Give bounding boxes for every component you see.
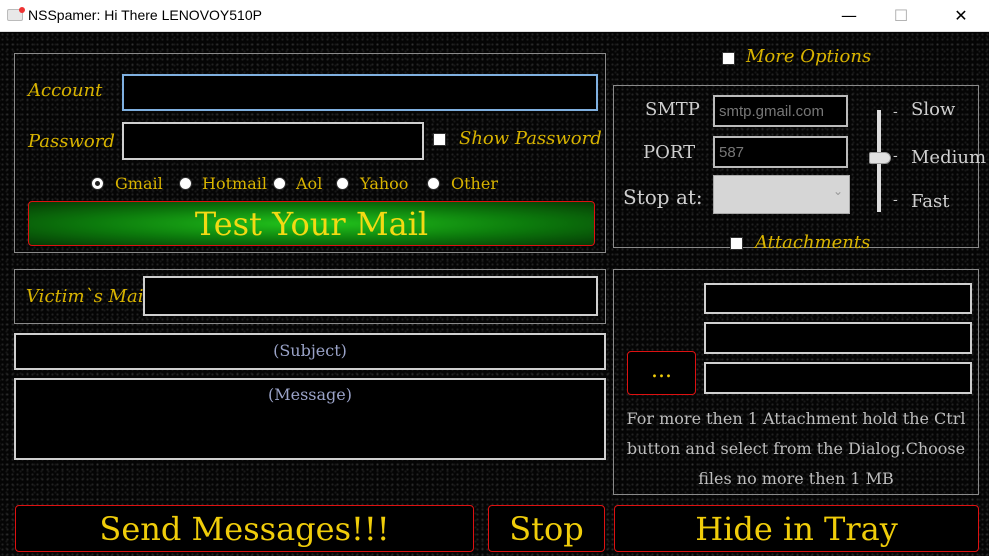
message-input[interactable]: (Message) [14,378,606,460]
speed-label-medium: Medium [911,147,987,168]
show-password-checkbox[interactable] [433,133,446,146]
account-input[interactable] [122,74,598,111]
app-body: Account Password Show Password Gmail Hot… [0,32,989,556]
attachment-file-3[interactable] [704,362,972,394]
tick-mark: - [893,148,898,164]
port-label: PORT [643,142,696,163]
provider-radio-gmail[interactable] [91,177,104,190]
provider-label-yahoo[interactable]: Yahoo [360,174,408,193]
provider-radio-other[interactable] [427,177,440,190]
minimize-button[interactable]: — [826,0,872,31]
provider-label-aol[interactable]: Aol [296,174,322,193]
provider-radio-hotmail[interactable] [179,177,192,190]
maximize-button[interactable]: ☐ [878,0,924,31]
provider-radio-aol[interactable] [273,177,286,190]
tick-mark: - [893,192,898,208]
speed-label-fast: Fast [911,191,950,212]
send-messages-button[interactable]: Send Messages!!! [15,505,474,552]
attachment-file-1[interactable] [704,283,972,314]
more-options-label[interactable]: More Options [746,46,871,67]
stop-at-label: Stop at: [623,185,703,209]
victim-input[interactable] [143,276,598,316]
provider-radio-yahoo[interactable] [336,177,349,190]
chevron-down-icon: ⌄ [832,184,843,198]
close-button[interactable]: ✕ [938,0,984,31]
attachments-label[interactable]: Attachments [755,232,870,253]
show-password-label[interactable]: Show Password [459,128,602,149]
victim-label: Victim`s Mail [26,286,150,307]
speed-label-slow: Slow [911,99,956,120]
tick-mark: - [893,104,898,120]
test-mail-button[interactable]: Test Your Mail [28,201,595,246]
attachments-checkbox[interactable] [730,237,743,250]
provider-label-hotmail[interactable]: Hotmail [202,174,267,193]
title-bar: NSSpamer: Hi There LENOVOY510P — ☐ ✕ [0,0,989,32]
smtp-input[interactable] [713,95,848,127]
account-label: Account [28,80,103,101]
window-title: NSSpamer: Hi There LENOVOY510P [28,7,262,23]
smtp-label: SMTP [645,99,700,120]
stop-button[interactable]: Stop [488,505,605,552]
subject-input[interactable]: (Subject) [14,333,606,370]
attachment-file-2[interactable] [704,322,972,354]
provider-label-gmail[interactable]: Gmail [115,174,163,193]
port-input[interactable] [713,136,848,168]
more-options-checkbox[interactable] [722,52,735,65]
stop-at-select[interactable]: ⌄ [713,175,850,214]
attachments-hint: For more then 1 Attachment hold the Ctrl… [626,409,966,488]
app-icon [7,7,25,21]
password-input[interactable] [122,122,424,160]
speed-slider-thumb[interactable] [869,152,891,164]
password-label: Password [28,131,115,152]
hide-in-tray-button[interactable]: Hide in Tray [614,505,979,552]
provider-label-other[interactable]: Other [451,174,498,193]
browse-button[interactable]: ... [627,351,696,395]
